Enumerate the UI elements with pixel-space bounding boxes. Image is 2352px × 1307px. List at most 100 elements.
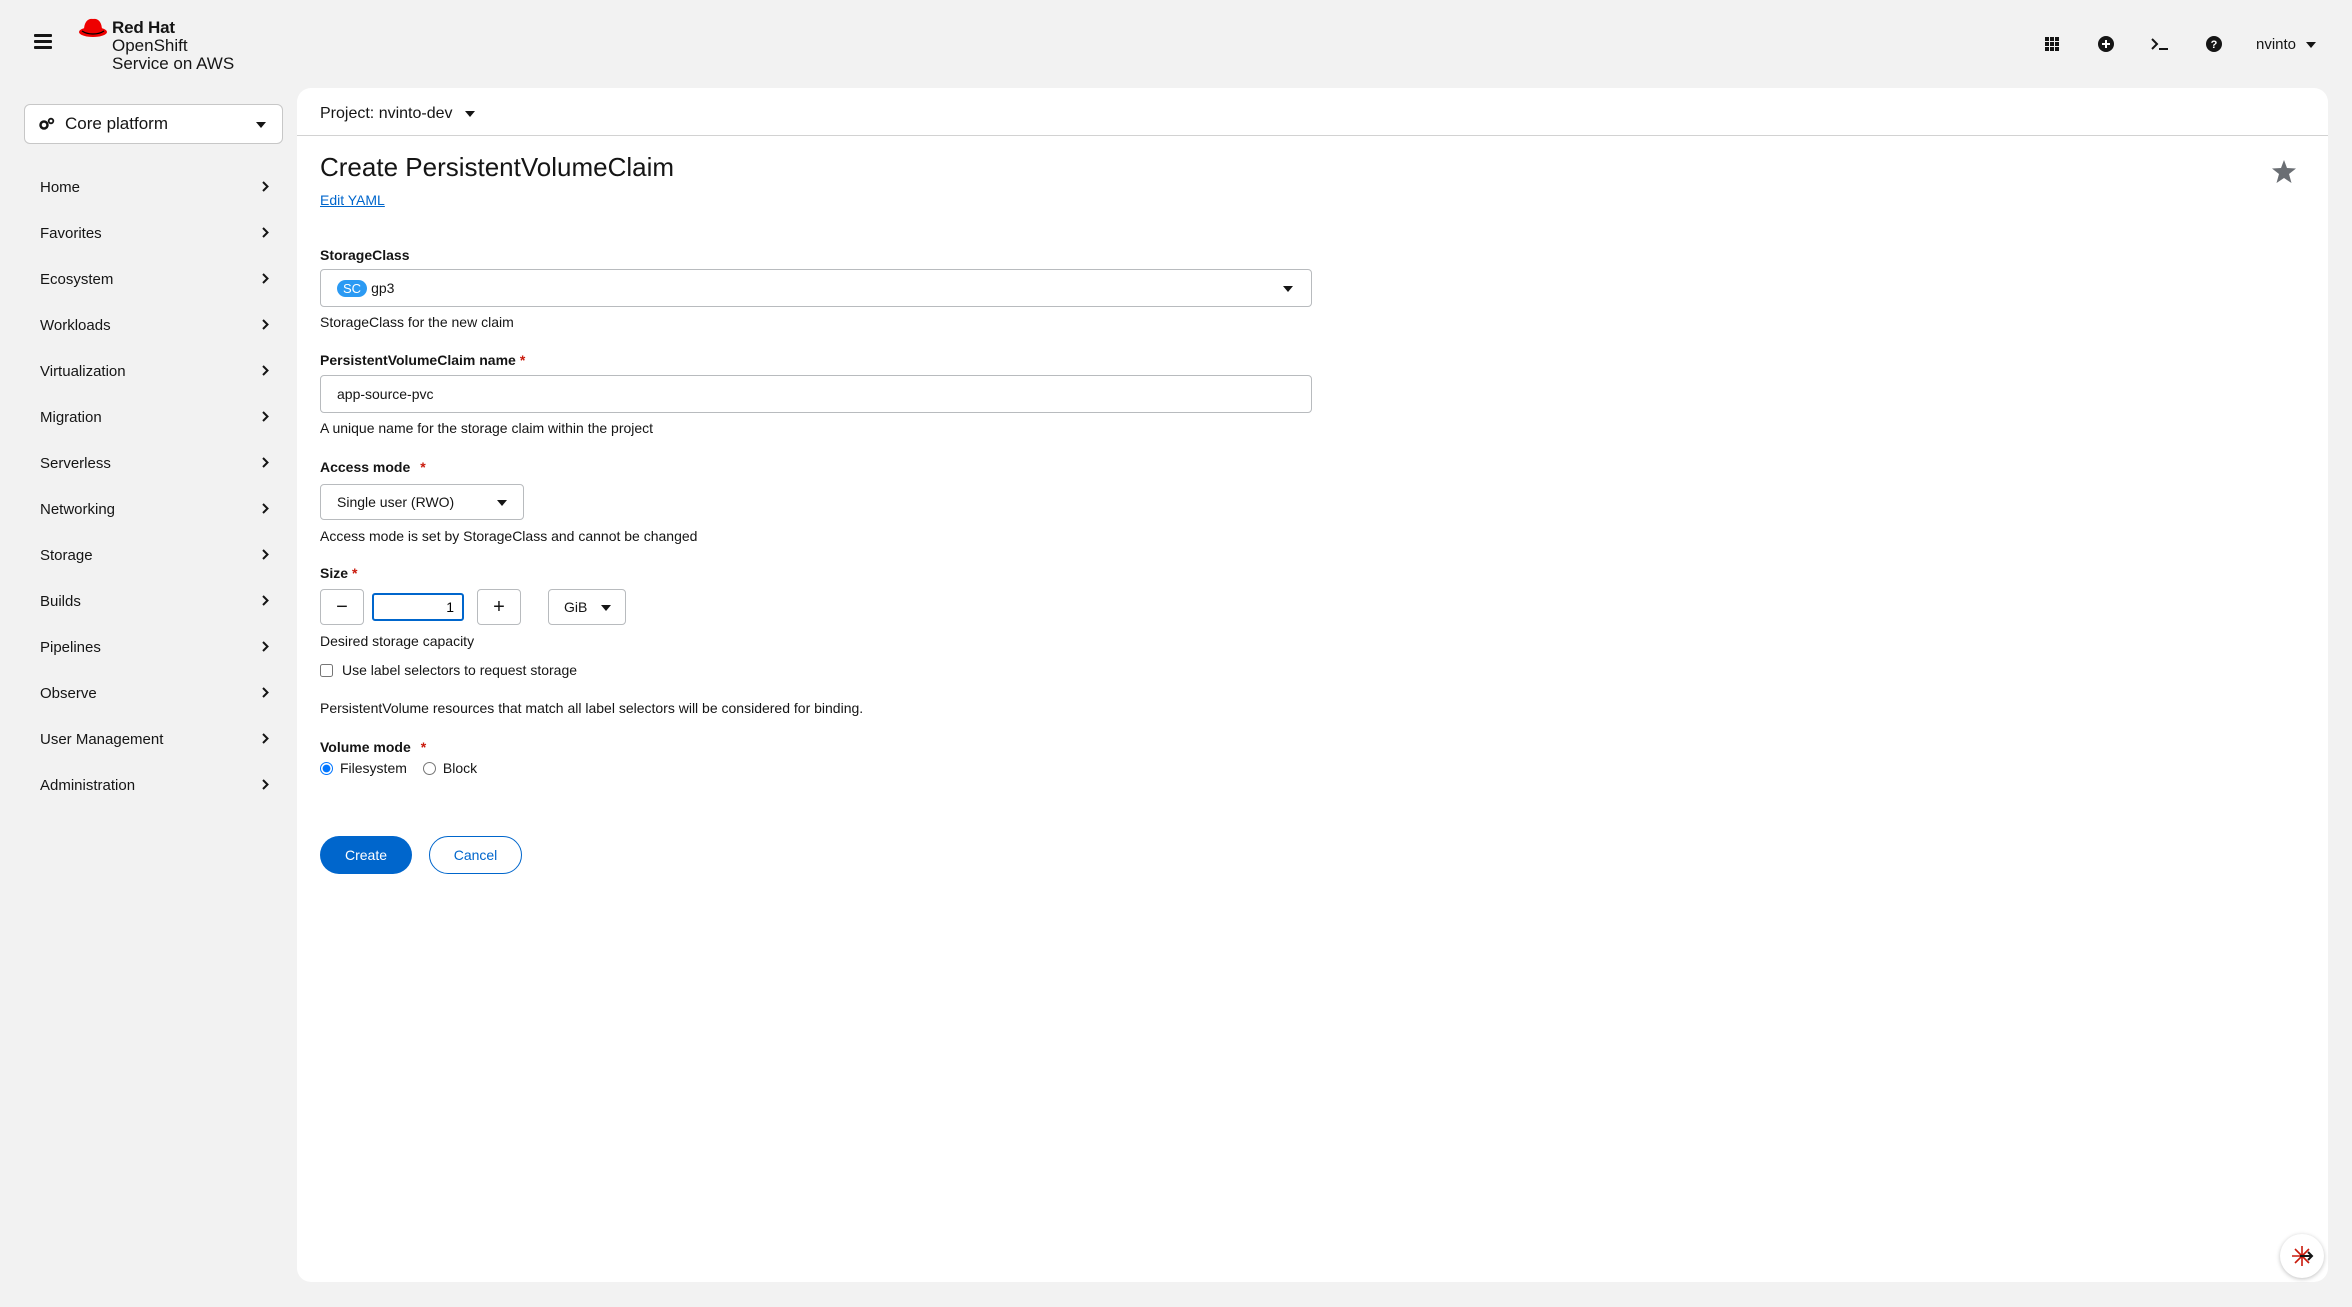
storage-class-label: StorageClass (320, 247, 410, 263)
label-selector-label: Use label selectors to request storage (342, 662, 578, 678)
chevron-right-icon (262, 779, 269, 790)
user-menu[interactable]: nvinto (2256, 36, 2317, 53)
nav-item-favorites[interactable]: Favorites (24, 210, 283, 256)
caret-down-icon (497, 500, 507, 506)
nav-item-label: Builds (40, 592, 81, 610)
access-mode-label: Access mode * (320, 459, 426, 475)
storage-class-select[interactable]: SC gp3 (320, 269, 1312, 307)
block-radio[interactable] (422, 761, 436, 775)
size-decrement-button[interactable]: − (320, 589, 364, 625)
size-help: Desired storage capacity (320, 633, 475, 649)
access-mode-select[interactable]: Single user (RWO) (320, 484, 524, 520)
chevron-right-icon (262, 181, 269, 192)
label-selector-row: Use label selectors to request storage (320, 662, 577, 678)
cancel-button[interactable]: Cancel (429, 836, 522, 874)
nav-item-label: Workloads (40, 316, 111, 334)
nav-item-label: Pipelines (40, 638, 101, 656)
volume-mode-label: Volume mode * (320, 739, 426, 755)
chevron-right-icon (262, 457, 269, 468)
star-icon[interactable] (2272, 160, 2296, 183)
nav-item-pipelines[interactable]: Pipelines (24, 624, 283, 670)
size-unit-select[interactable]: GiB (548, 589, 626, 625)
nav-item-ecosystem[interactable]: Ecosystem (24, 256, 283, 302)
nav-item-home[interactable]: Home (24, 164, 283, 210)
nav-item-label: Serverless (40, 454, 111, 472)
caret-down-icon (256, 122, 266, 128)
block-label: Block (442, 760, 478, 776)
nav-item-workloads[interactable]: Workloads (24, 302, 283, 348)
nav-item-builds[interactable]: Builds (24, 578, 283, 624)
volume-mode-label-text: Volume mode (320, 739, 411, 755)
chevron-right-icon (262, 365, 269, 376)
access-mode-help: Access mode is set by StorageClass and c… (320, 528, 698, 544)
perspective-switcher[interactable]: Core platform (24, 104, 283, 144)
required-marker: * (420, 459, 426, 475)
nav-item-label: Observe (40, 684, 97, 702)
size-increment-button[interactable]: + (477, 589, 521, 625)
project-label: Project: nvinto-dev (320, 105, 453, 122)
caret-down-icon (464, 111, 475, 117)
help-icon[interactable]: ? (2196, 26, 2232, 62)
chevron-right-icon (262, 503, 269, 514)
nav-item-label: Storage (40, 546, 93, 564)
nav-item-administration[interactable]: Administration (24, 762, 283, 808)
nav-item-label: Ecosystem (40, 270, 114, 288)
storage-class-value: gp3 (371, 280, 395, 296)
storage-class-badge: SC (337, 279, 368, 297)
nav-item-label: Administration (40, 776, 136, 794)
nav-item-label: Networking (40, 500, 116, 518)
storage-class-help: StorageClass for the new claim (320, 314, 514, 330)
nav-item-label: Virtualization (40, 362, 126, 380)
grid-icon[interactable] (2034, 26, 2070, 62)
pvc-name-help: A unique name for the storage claim with… (320, 420, 654, 436)
nav-item-storage[interactable]: Storage (24, 532, 283, 578)
chevron-right-icon (262, 687, 269, 698)
nav-item-serverless[interactable]: Serverless (24, 440, 283, 486)
nav-item-observe[interactable]: Observe (24, 670, 283, 716)
volume-mode-radio-group: Filesystem Block (320, 760, 493, 776)
nav-item-networking[interactable]: Networking (24, 486, 283, 532)
caret-down-icon (1283, 286, 1293, 292)
create-button[interactable]: Create (320, 836, 412, 874)
nav-item-label: Home (40, 178, 81, 196)
nav-item-label: User Management (40, 730, 164, 748)
size-label-text: Size (320, 565, 349, 581)
sidebar-nav: Home Favorites Ecosystem Workloads Virtu… (24, 164, 283, 808)
main-panel: Project: nvinto-dev Create PersistentVol… (297, 88, 2328, 1282)
pvc-name-label: PersistentVolumeClaim name * (320, 352, 525, 368)
label-selector-checkbox[interactable] (320, 663, 333, 677)
required-marker: * (352, 565, 358, 581)
pvc-name-input[interactable] (320, 375, 1312, 413)
size-label: Size * (320, 565, 357, 581)
chevron-right-icon (262, 549, 269, 560)
svg-text:?: ? (2211, 39, 2218, 51)
plus-circle-icon[interactable] (2088, 26, 2124, 62)
brand-line-1: Red Hat (112, 18, 175, 37)
red-hat-icon (79, 18, 107, 37)
caret-down-icon (601, 605, 611, 611)
nav-item-user-management[interactable]: User Management (24, 716, 283, 762)
nav-item-migration[interactable]: Migration (24, 394, 283, 440)
brand-line-3: Service on AWS (112, 54, 235, 73)
masthead: Red Hat OpenShift Service on AWS ? nvint… (0, 0, 2352, 88)
filesystem-radio[interactable] (320, 761, 333, 775)
hamburger-menu-icon[interactable] (34, 34, 52, 52)
size-input[interactable] (372, 593, 464, 621)
project-dropdown[interactable]: Project: nvinto-dev (320, 105, 475, 123)
chevron-right-icon (262, 595, 269, 606)
required-marker: * (420, 739, 427, 755)
brand-logo[interactable]: Red Hat OpenShift Service on AWS (78, 14, 258, 74)
quick-start-icon[interactable] (2280, 1234, 2324, 1278)
brand-line-2: OpenShift (112, 36, 188, 55)
nav-item-virtualization[interactable]: Virtualization (24, 348, 283, 394)
size-unit-value: GiB (564, 599, 588, 615)
volume-mode-option-filesystem[interactable]: Filesystem (320, 760, 407, 776)
chevron-right-icon (262, 273, 269, 284)
terminal-icon[interactable] (2142, 26, 2178, 62)
edit-yaml-link[interactable]: Edit YAML (320, 192, 385, 208)
user-name: nvinto (2256, 36, 2297, 53)
project-bar: Project: nvinto-dev (297, 88, 2328, 136)
required-marker: * (519, 352, 526, 368)
volume-mode-option-block[interactable]: Block (422, 760, 478, 776)
page-title: Create PersistentVolumeClaim (320, 152, 675, 182)
